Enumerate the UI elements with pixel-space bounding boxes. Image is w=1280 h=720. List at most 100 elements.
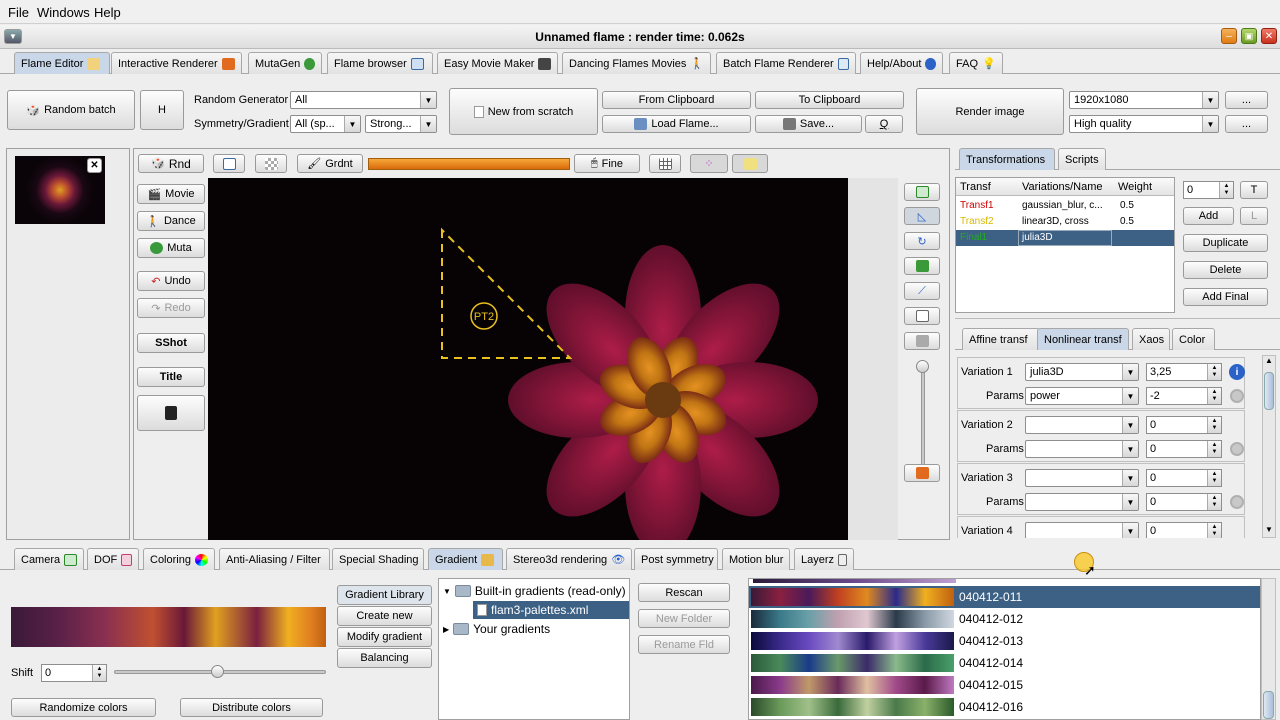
tab-batch-renderer[interactable]: Batch Flame Renderer: [716, 52, 856, 74]
histogram-button[interactable]: [213, 154, 245, 173]
modify-gradient-button[interactable]: Modify gradient: [337, 627, 432, 647]
palette-row[interactable]: 040412-012: [749, 608, 1260, 630]
palette-row[interactable]: 040412-014: [749, 652, 1260, 674]
tab-scripts[interactable]: Scripts: [1058, 148, 1106, 170]
param-select[interactable]: ▼: [1025, 493, 1139, 511]
palette-row[interactable]: 040412-013: [749, 630, 1260, 652]
zoom-slider-thumb[interactable]: [916, 360, 929, 373]
tab-gradient[interactable]: Gradient: [428, 548, 503, 570]
save-button[interactable]: Save...: [755, 115, 862, 133]
h-button[interactable]: H: [140, 90, 184, 130]
gradient-library-button[interactable]: Gradient Library: [337, 585, 432, 605]
close-icon[interactable]: ✕: [87, 158, 102, 173]
tab-affine[interactable]: Affine transf: [962, 328, 1040, 350]
symmetry-select[interactable]: All (sp... ▼: [290, 115, 361, 133]
tab-faq[interactable]: FAQ 💡: [949, 52, 1003, 74]
menu-help[interactable]: Help: [94, 5, 121, 20]
new-from-scratch-button[interactable]: New from scratch: [449, 88, 598, 135]
create-new-button[interactable]: Create new: [337, 606, 432, 626]
table-row-selected[interactable]: Final1 julia3D: [956, 230, 1174, 246]
grdnt-button[interactable]: 🖌 Grdnt: [297, 154, 363, 173]
scroll-down-arrow[interactable]: ▼: [1263, 525, 1275, 537]
tree-node-file[interactable]: flam3-palettes.xml: [473, 601, 629, 619]
tab-coloring[interactable]: Coloring: [143, 548, 215, 570]
balancing-button[interactable]: Balancing: [337, 648, 432, 668]
spinner-arrows[interactable]: ▲ ▼: [1207, 494, 1221, 510]
gear-icon[interactable]: [1230, 495, 1244, 509]
col-weight[interactable]: Weight: [1118, 181, 1152, 193]
l-button[interactable]: L: [1240, 207, 1268, 225]
scale-button[interactable]: [904, 257, 940, 275]
tab-nonlinear[interactable]: Nonlinear transf: [1037, 328, 1129, 350]
spinner-arrows[interactable]: ▲ ▼: [1207, 364, 1221, 380]
grid-button[interactable]: [649, 154, 681, 173]
randomize-colors-button[interactable]: Randomize colors: [11, 698, 156, 717]
duplicate-button[interactable]: Duplicate: [1183, 234, 1268, 252]
param-value[interactable]: 0 ▲ ▼: [1146, 493, 1222, 511]
tab-post-symmetry[interactable]: Post symmetry: [634, 548, 718, 570]
shift-slider-thumb[interactable]: [211, 665, 224, 678]
zoom-slider[interactable]: [921, 366, 925, 466]
guides-button[interactable]: [732, 154, 768, 173]
shift-spinner[interactable]: 0 ▲ ▼: [41, 664, 107, 682]
spinner-arrows[interactable]: ▲ ▼: [1219, 182, 1233, 198]
table-row[interactable]: Transf2 linear3D, cross 0.5: [956, 214, 1174, 230]
fine-button[interactable]: 🖱 Fine: [574, 154, 640, 173]
quality-more-button[interactable]: ...: [1225, 115, 1268, 133]
col-variations[interactable]: Variations/Name: [1022, 181, 1103, 193]
transform-index-spinner[interactable]: 0 ▲ ▼: [1183, 181, 1234, 199]
menu-windows[interactable]: Windows: [37, 5, 90, 20]
load-flame-button[interactable]: Load Flame...: [602, 115, 751, 133]
to-clipboard-button[interactable]: To Clipboard: [755, 91, 904, 109]
gear-icon[interactable]: [1230, 389, 1244, 403]
variation-select[interactable]: ▼: [1025, 469, 1139, 487]
spinner-arrows[interactable]: ▲ ▼: [1207, 417, 1221, 433]
tab-motion-blur[interactable]: Motion blur: [722, 548, 790, 570]
param-value[interactable]: 0 ▲ ▼: [1146, 440, 1222, 458]
random-batch-button[interactable]: 🎲 Random batch: [7, 90, 135, 130]
from-clipboard-button[interactable]: From Clipboard: [602, 91, 751, 109]
transparency-button[interactable]: [255, 154, 287, 173]
view-button[interactable]: [904, 183, 940, 201]
random-generator-select[interactable]: All ▼: [290, 91, 437, 109]
add-final-button[interactable]: Add Final: [1183, 288, 1268, 306]
variation-amount[interactable]: 3,25 ▲ ▼: [1146, 363, 1222, 381]
tree-node-yours[interactable]: ▶ Your gradients: [443, 620, 550, 638]
layout-button[interactable]: [904, 307, 940, 325]
tab-transformations[interactable]: Transformations: [959, 148, 1055, 170]
tab-xaos[interactable]: Xaos: [1132, 328, 1170, 350]
rotate-button[interactable]: ↻: [904, 232, 940, 250]
spinner-arrows[interactable]: ▲ ▼: [1207, 470, 1221, 486]
table-row[interactable]: Transf1 gaussian_blur, c... 0.5: [956, 198, 1174, 214]
maximize-button[interactable]: ▣: [1241, 28, 1257, 44]
spinner-arrows[interactable]: ▲ ▼: [1207, 441, 1221, 457]
spinner-arrows[interactable]: ▲ ▼: [92, 665, 106, 681]
col-transf[interactable]: Transf: [960, 181, 991, 193]
tree-node-builtin[interactable]: ▼ Built-in gradients (read-only): [443, 582, 626, 600]
expand-down-icon[interactable]: ▼: [443, 587, 451, 596]
variation-amount[interactable]: 0 ▲ ▼: [1146, 469, 1222, 487]
info-icon[interactable]: i: [1229, 364, 1245, 380]
strength-select[interactable]: Strong... ▼: [365, 115, 437, 133]
param-value[interactable]: -2 ▲ ▼: [1146, 387, 1222, 405]
tab-help-about[interactable]: Help/About: [860, 52, 943, 74]
flame-canvas[interactable]: PT2: [208, 178, 848, 540]
delete-button[interactable]: Delete: [1183, 261, 1268, 279]
add-transform-button[interactable]: Add: [1183, 207, 1234, 225]
spinner-arrows[interactable]: ▲ ▼: [1207, 523, 1221, 538]
sshot-button[interactable]: SShot: [137, 333, 205, 353]
spinner-arrows[interactable]: ▲ ▼: [1207, 388, 1221, 404]
param-select[interactable]: power ▼: [1025, 387, 1139, 405]
splitter[interactable]: [955, 318, 1280, 322]
palette-row-selected[interactable]: 040412-011: [749, 586, 1260, 608]
tab-flame-browser[interactable]: Flame browser: [327, 52, 433, 74]
scroll-up-arrow[interactable]: ▲: [1263, 356, 1275, 368]
variation-amount[interactable]: 0 ▲ ▼: [1146, 416, 1222, 434]
title-button[interactable]: Title: [137, 367, 205, 387]
tab-anti-aliasing[interactable]: Anti-Aliasing / Filter: [219, 548, 330, 570]
close-window-button[interactable]: ✕: [1261, 28, 1277, 44]
move-points-button[interactable]: ⟋: [904, 282, 940, 300]
palette-row[interactable]: 040412-016: [749, 696, 1260, 718]
render-preview-button[interactable]: [904, 464, 940, 482]
t-button[interactable]: T: [1240, 181, 1268, 199]
